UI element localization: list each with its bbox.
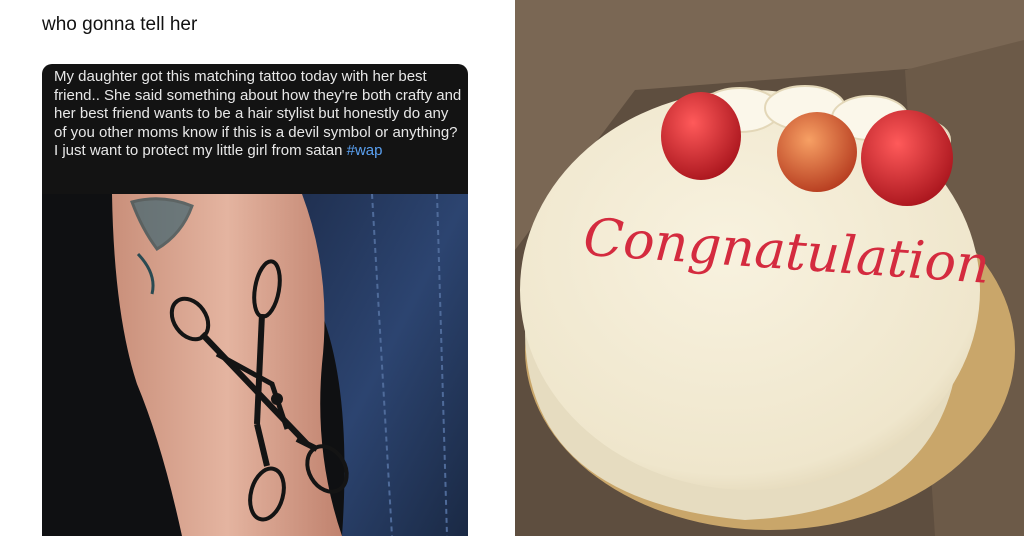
- post-body: My daughter got this matching tattoo tod…: [54, 68, 462, 159]
- meme-caption: who gonna tell her: [42, 14, 198, 35]
- cake-photo: Congnatulation: [515, 0, 1024, 536]
- post-text: My daughter got this matching tattoo tod…: [54, 68, 464, 161]
- panel-divider: [508, 0, 515, 536]
- meme-left-panel: who gonna tell her My daughter got this …: [0, 0, 508, 536]
- post-hashtag[interactable]: #wap: [347, 142, 383, 159]
- social-post: My daughter got this matching tattoo tod…: [42, 64, 468, 536]
- tattoo-photo: [42, 194, 468, 536]
